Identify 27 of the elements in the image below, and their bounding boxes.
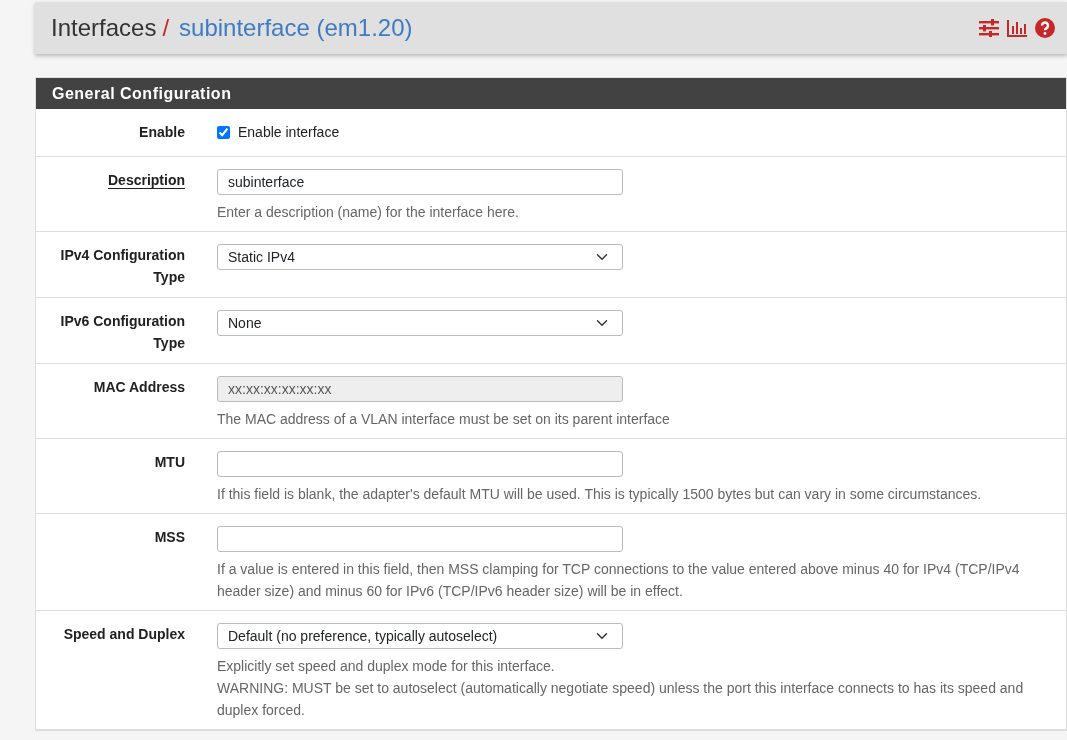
help-text: If this field is blank, the adapter's default MTU will be used. This is typically 1500 bytes but can vary in some circumstances. — [217, 485, 983, 504]
field-label: Speed and Duplex — [62, 625, 185, 644]
breadcrumb-separator: / — [162, 13, 170, 43]
checkbox-label[interactable]: Enable interface — [238, 121, 340, 143]
field-label: IPv4 Configuration Type — [59, 246, 185, 287]
help-icon[interactable] — [1035, 18, 1055, 38]
input-field[interactable]: subinterface — [217, 169, 623, 195]
input-field[interactable] — [217, 451, 623, 477]
field-label: MAC Address — [92, 378, 185, 397]
select-field[interactable]: Default (no preference, typically autoselect) — [217, 623, 623, 649]
help-text: If a value is entered in this field, then MSS clamping for TCP connections to the value entered above minus 40 for IPv4 (TCP/IPv4 header size) and minus 60 for IPv6 (TCP/IPv6 header size) will be in effect. — [217, 560, 1021, 601]
select-field[interactable]: None — [217, 310, 623, 336]
field-label: Description — [107, 171, 185, 190]
panel-header: General Configuration — [36, 78, 1066, 109]
field-label: Enable — [138, 123, 185, 142]
field-label: IPv6 Configuration Type — [59, 312, 185, 353]
enable-checkbox[interactable] — [217, 125, 230, 139]
help-text: Explicitly set speed and duplex mode for this interface. WARNING: MUST be set to autoselect (automatically negotiate speed) unless the port this interface connects to has its speed and duplex forced. — [217, 657, 1025, 720]
sliders-icon[interactable] — [979, 19, 999, 37]
select-field[interactable]: Static IPv4 — [217, 244, 623, 270]
field-label: MTU — [153, 453, 185, 472]
input-field[interactable] — [217, 526, 623, 552]
field-label: MSS — [153, 528, 185, 547]
breadcrumb-link[interactable]: Interfaces — [51, 10, 157, 46]
help-text: Enter a description (name) for the interface here. — [217, 203, 520, 222]
help-text: The MAC address of a VLAN interface must be set on its parent interface — [217, 410, 671, 429]
bar-chart-icon[interactable] — [1007, 19, 1027, 37]
